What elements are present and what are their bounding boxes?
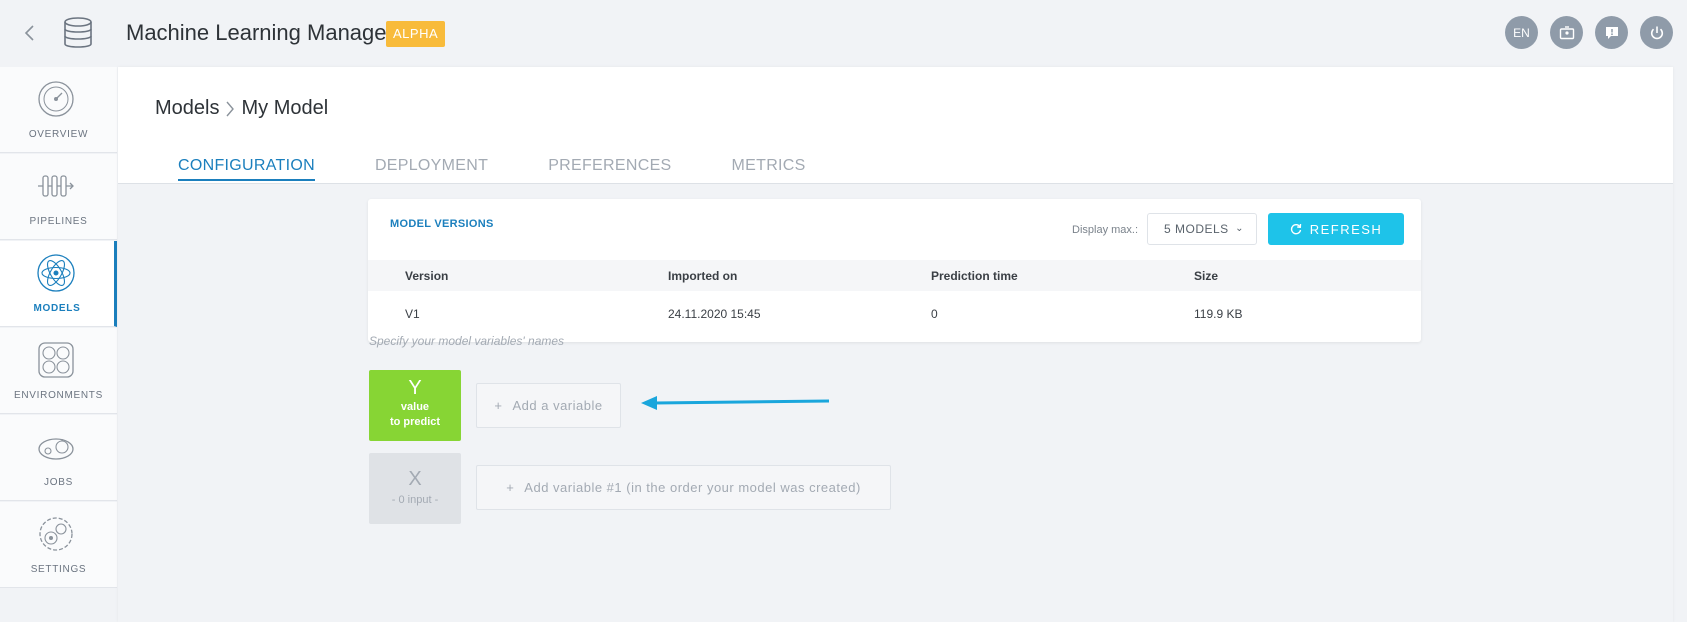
- variables-hint: Specify your model variables' names: [369, 334, 565, 348]
- column-header-imported-on: Imported on: [668, 268, 738, 283]
- chevron-right-icon: [226, 101, 235, 116]
- sidebar-item-overview[interactable]: OVERVIEW: [0, 67, 117, 153]
- breadcrumb-parent[interactable]: Models: [155, 97, 219, 120]
- sidebar-item-label: OVERVIEW: [28, 129, 89, 140]
- display-max-value: 5 MODELS: [1164, 222, 1229, 236]
- alpha-badge: ALPHA: [386, 21, 446, 47]
- tab-bar: CONFIGURATION DEPLOYMENT PREFERENCES MET…: [178, 157, 806, 181]
- annotation-arrow-icon: [641, 396, 830, 410]
- top-bar: Machine Learning Manager ALPHA EN: [0, 0, 1687, 67]
- y-variable-block: Y value to predict: [369, 370, 461, 441]
- cell-prediction-time: 0: [931, 307, 938, 321]
- environments-icon: [38, 342, 74, 378]
- database-logo-icon: [64, 17, 92, 48]
- refresh-button[interactable]: REFRESH: [1268, 213, 1404, 245]
- column-header-prediction-time: Prediction time: [931, 268, 1018, 283]
- sidebar-item-label: SETTINGS: [30, 564, 87, 575]
- sidebar-item-label: PIPELINES: [29, 216, 88, 227]
- breadcrumb-current: My Model: [241, 97, 329, 119]
- refresh-icon: [1290, 223, 1301, 235]
- sidebar-item-environments[interactable]: ENVIRONMENTS: [0, 328, 117, 414]
- feedback-icon: [1605, 26, 1618, 39]
- plus-icon: +: [494, 398, 503, 413]
- plus-icon: +: [506, 480, 515, 495]
- x-variable-block: X - 0 input -: [369, 453, 461, 524]
- sidebar: OVERVIEW PIPELINES MODELS ENVIRONMENTS J…: [0, 67, 117, 588]
- account-card-button[interactable]: [1550, 16, 1583, 49]
- sidebar-item-pipelines[interactable]: PIPELINES: [0, 154, 117, 240]
- cell-version: V1: [405, 307, 420, 321]
- add-y-variable-button[interactable]: + Add a variable: [476, 383, 621, 428]
- logout-button[interactable]: [1640, 16, 1673, 49]
- sidebar-item-models[interactable]: MODELS: [0, 241, 117, 327]
- main-panel: Models My Model CONFIGURATION DEPLOYMENT…: [118, 67, 1673, 622]
- id-card-icon: [1559, 25, 1574, 39]
- sidebar-item-label: ENVIRONMENTS: [14, 390, 103, 401]
- chevron-down-icon: ⌄: [1235, 223, 1244, 234]
- table-row[interactable]: V1 24.11.2020 15:45 0 119.9 KB: [368, 291, 1421, 337]
- app-title: Machine Learning Manager: [126, 20, 394, 45]
- feedback-button[interactable]: [1595, 16, 1628, 49]
- top-right-actions: EN: [1505, 16, 1673, 49]
- pipelines-icon: [38, 175, 74, 197]
- cell-imported-on: 24.11.2020 15:45: [668, 307, 761, 321]
- display-max-label: Display max.:: [1072, 224, 1139, 236]
- power-icon: [1650, 26, 1663, 39]
- tab-preferences[interactable]: PREFERENCES: [548, 157, 671, 181]
- display-max-select[interactable]: 5 MODELS ⌄: [1147, 213, 1257, 245]
- back-chevron-icon[interactable]: [20, 22, 40, 44]
- tab-deployment[interactable]: DEPLOYMENT: [375, 157, 488, 181]
- y-sub-line-2: to predict: [389, 416, 441, 428]
- column-header-size: Size: [1194, 268, 1219, 283]
- add-x-variable-button[interactable]: + Add variable #1 (in the order your mod…: [476, 465, 891, 510]
- table-header: Version Imported on Prediction time Size: [368, 260, 1421, 291]
- language-button[interactable]: EN: [1505, 16, 1538, 49]
- x-input-count: - 0 input -: [391, 494, 439, 506]
- x-letter: X: [408, 468, 422, 490]
- model-versions-card: MODEL VERSIONS Display max.: 5 MODELS ⌄ …: [368, 199, 1421, 342]
- models-atom-icon: [37, 254, 75, 292]
- cell-size: 119.9 KB: [1194, 307, 1243, 321]
- y-sub-line-1: value: [400, 401, 430, 413]
- tab-metrics[interactable]: METRICS: [732, 157, 806, 181]
- sidebar-item-label: JOBS: [44, 477, 73, 488]
- settings-gear-icon: [39, 517, 73, 551]
- y-letter: Y: [408, 377, 422, 399]
- add-x-variable-label: Add variable #1 (in the order your model…: [524, 480, 861, 495]
- column-header-version: Version: [405, 268, 449, 283]
- configuration-content: MODEL VERSIONS Display max.: 5 MODELS ⌄ …: [118, 183, 1673, 622]
- add-y-variable-label: Add a variable: [512, 398, 603, 413]
- overview-gauge-icon: [38, 81, 74, 117]
- model-versions-title: MODEL VERSIONS: [390, 218, 494, 230]
- jobs-icon: [38, 438, 74, 460]
- sidebar-item-label: MODELS: [33, 303, 81, 314]
- breadcrumb: Models My Model: [155, 97, 328, 120]
- sidebar-item-jobs[interactable]: JOBS: [0, 415, 117, 501]
- sidebar-item-settings[interactable]: SETTINGS: [0, 502, 117, 588]
- refresh-label: REFRESH: [1309, 221, 1383, 237]
- tab-configuration[interactable]: CONFIGURATION: [178, 157, 315, 181]
